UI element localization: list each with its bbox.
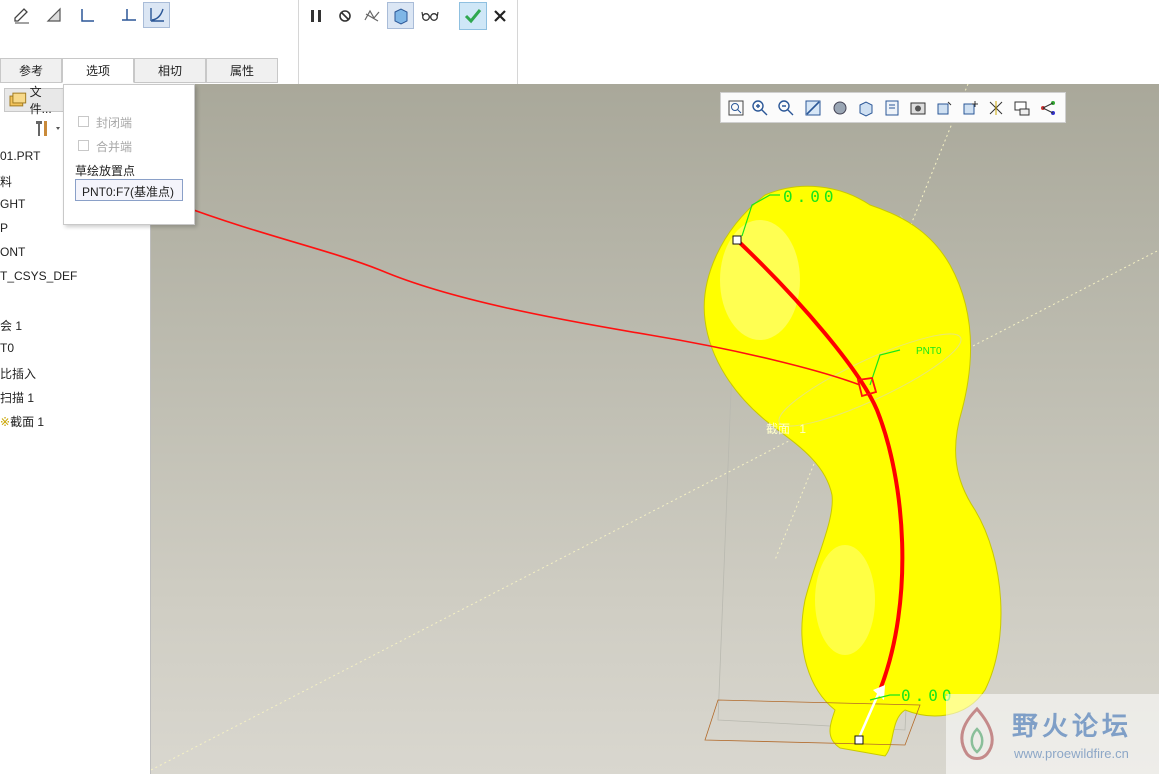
section-label-text: 截面 [766, 422, 791, 436]
tree-item[interactable]: 料 [0, 173, 12, 190]
graphics-viewport[interactable]: 0.00 0.00 PNT0 截面 1 野火论坛 www.proewildfir… [151, 84, 1159, 774]
tab-tangency[interactable]: 相切 [134, 58, 206, 83]
merge-ends-checkbox[interactable] [78, 140, 89, 151]
tree-item[interactable]: P [0, 221, 8, 235]
pause-icon[interactable] [304, 4, 328, 28]
file-button[interactable]: 文件... [4, 85, 64, 116]
tree-item[interactable]: 比插入 [0, 365, 36, 382]
closed-ends-label: 封闭端 [96, 116, 133, 130]
sketch-pencil-icon[interactable] [10, 3, 34, 27]
sketch-point-label: 草绘放置点 [75, 164, 136, 178]
attached-preview-icon[interactable] [360, 4, 384, 28]
tab-label: 属性 [229, 64, 254, 78]
display-style-icon[interactable] [831, 99, 849, 117]
file-button-label: 文件... [29, 85, 52, 116]
thicken-icon[interactable] [75, 3, 99, 27]
sketch-point-collector[interactable]: PNT0:F7(基准点) [75, 179, 183, 201]
cancel-close-icon[interactable] [488, 4, 512, 28]
tree-item[interactable]: 01.PRT [0, 149, 40, 163]
tree-item-label: 截面 1 [10, 415, 45, 429]
view-toolbar [720, 92, 1066, 123]
tree-item-section[interactable]: ※截面 1 [0, 413, 44, 430]
folder-icon [9, 92, 27, 107]
tree-settings-icon[interactable] [32, 118, 62, 138]
tab-label: 参考 [18, 64, 43, 78]
watermark-title: 野火论坛 [1012, 711, 1133, 741]
tab-label: 相切 [157, 64, 182, 78]
tree-item[interactable]: T0 [0, 341, 14, 355]
ribbon-divider [517, 0, 518, 84]
tree-item[interactable]: GHT [0, 197, 25, 211]
normal-to-trajectory-icon[interactable] [117, 3, 141, 27]
merge-ends-label: 合并端 [96, 140, 133, 154]
csys-display-icon[interactable] [1039, 99, 1057, 117]
tree-item[interactable]: T_CSYS_DEF [0, 269, 77, 283]
closed-ends-checkbox[interactable] [78, 116, 89, 127]
zoom-in-icon[interactable] [751, 99, 769, 117]
tree-item[interactable]: 扫描 1 [0, 389, 34, 406]
point-label: PNT0 [916, 346, 942, 357]
repaint-icon[interactable] [804, 99, 822, 117]
variable-section-icon[interactable] [143, 2, 170, 28]
ribbon-divider [298, 0, 299, 84]
tab-options[interactable]: 选项 [62, 58, 134, 83]
insert-marker-icon: ※ [0, 415, 11, 429]
dashboard-ribbon: 参考 选项 相切 属性 [0, 0, 1159, 84]
tab-properties[interactable]: 属性 [206, 58, 278, 83]
tab-references[interactable]: 参考 [0, 58, 62, 83]
saved-views-icon[interactable] [857, 99, 875, 117]
spin-center-icon[interactable] [935, 99, 953, 117]
annotation-display-icon[interactable] [1013, 99, 1031, 117]
tree-item[interactable]: ONT [0, 245, 25, 259]
refit-icon[interactable] [727, 99, 745, 117]
surface-icon[interactable] [42, 3, 66, 27]
dimension-text-top[interactable]: 0.00 [783, 187, 838, 206]
geometry-preview-icon[interactable] [387, 2, 414, 29]
model-highlight [815, 545, 875, 655]
endpoint-handle[interactable] [732, 235, 742, 245]
zoom-out-icon[interactable] [777, 99, 795, 117]
datum-display-icon[interactable] [961, 99, 979, 117]
forum-watermark: 野火论坛 www.proewildfire.cn [946, 694, 1159, 774]
model-highlight [720, 220, 800, 340]
datum-plane-line [151, 249, 1159, 771]
section-label-value: 1 [799, 422, 807, 436]
point-display-icon[interactable] [987, 99, 1005, 117]
options-panel: 封闭端 合并端 草绘放置点 PNT0:F7(基准点) [63, 84, 195, 225]
perspective-icon[interactable] [909, 99, 927, 117]
watermark-url: www.proewildfire.cn [1014, 746, 1129, 761]
endpoint-handle[interactable] [854, 735, 864, 745]
section-label: 截面 1 [766, 420, 806, 437]
no-preview-icon[interactable] [333, 4, 357, 28]
flame-logo-icon [960, 706, 994, 760]
confirm-checkmark-icon[interactable] [459, 2, 487, 30]
model-canvas [151, 84, 1159, 771]
tree-item[interactable]: 会 1 [0, 317, 22, 334]
tab-label: 选项 [85, 64, 110, 78]
verify-glasses-icon[interactable] [418, 4, 442, 28]
view-manager-icon[interactable] [883, 99, 901, 117]
